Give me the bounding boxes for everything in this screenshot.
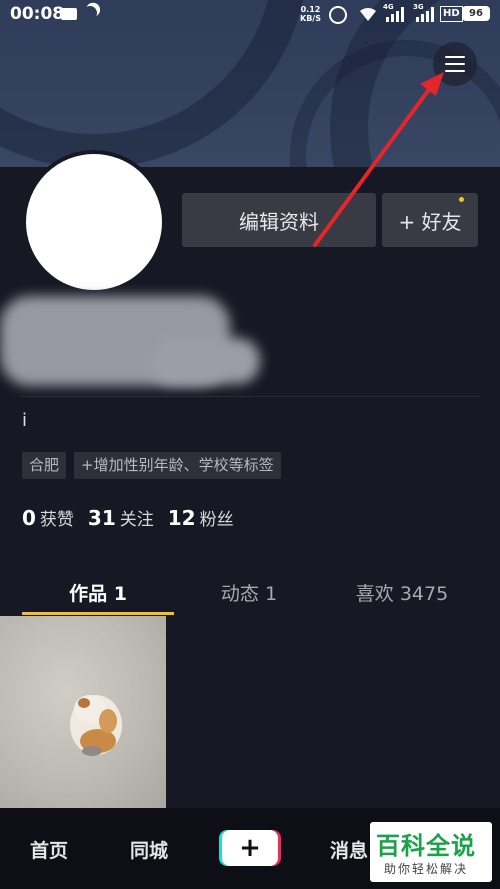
stat-followers[interactable]: 12 粉丝: [168, 505, 234, 530]
add-friend-button[interactable]: + 好友: [382, 193, 478, 247]
nav-messages[interactable]: 消息: [330, 836, 368, 863]
stat-followers-label: 粉丝: [199, 510, 234, 530]
create-button[interactable]: +: [222, 830, 278, 866]
battery-icon: 96: [462, 6, 490, 21]
nav-home[interactable]: 首页: [30, 836, 68, 863]
network-speed-unit: KB/S: [300, 14, 321, 23]
stat-following-label: 关注: [119, 510, 154, 530]
network-speed-value: 0.12: [300, 5, 321, 14]
cat-image: [70, 695, 122, 756]
tab-likes[interactable]: 喜欢 3475: [324, 570, 480, 614]
network-speed: 0.12 KB/S: [300, 5, 321, 23]
watermark-title: 百科全说: [376, 832, 476, 860]
moon-icon: [81, 4, 99, 22]
menu-icon: [445, 63, 465, 65]
network-type-2: 3G: [413, 3, 424, 11]
divider: [20, 396, 480, 397]
hd-badge: HD: [440, 6, 463, 22]
notification-dot: [459, 197, 464, 202]
watermark-subtitle: 助你轻松解决: [384, 862, 469, 876]
wifi-icon: [360, 7, 376, 21]
status-bar: 00:08 0.12 KB/S 4G 3G HD 96: [0, 0, 500, 30]
nav-city[interactable]: 同城: [130, 836, 168, 863]
alarm-icon: [329, 6, 347, 24]
content-tabs: 作品 1 动态 1 喜欢 3475: [0, 570, 500, 616]
stat-followers-count: 12: [167, 506, 196, 530]
bio-text: i: [22, 410, 28, 431]
active-tab-indicator: [22, 612, 174, 615]
status-time: 00:08: [10, 4, 65, 24]
stat-likes[interactable]: 0 获赞: [22, 505, 74, 530]
edit-profile-button[interactable]: 编辑资料: [182, 193, 376, 247]
stat-following-count: 31: [87, 506, 116, 530]
avatar[interactable]: [22, 150, 166, 294]
tab-activity[interactable]: 动态 1: [174, 570, 324, 614]
mail-icon: [61, 8, 77, 20]
blurred-username: [150, 338, 260, 384]
network-type-1: 4G: [383, 3, 394, 11]
location-tag[interactable]: 合肥: [22, 452, 67, 479]
menu-button[interactable]: [433, 42, 477, 86]
profile-stats: 0 获赞 31 关注 12 粉丝: [22, 505, 234, 530]
tab-works[interactable]: 作品 1: [22, 570, 174, 614]
stat-likes-label: 获赞: [39, 510, 74, 530]
menu-icon: [445, 56, 465, 58]
video-thumbnail[interactable]: [0, 616, 166, 808]
add-friend-label: + 好友: [398, 209, 462, 234]
menu-icon: [445, 70, 465, 72]
stat-following[interactable]: 31 关注: [88, 505, 154, 530]
stat-likes-count: 0: [22, 506, 36, 530]
add-tags-button[interactable]: +增加性别年龄、学校等标签: [74, 452, 281, 479]
watermark-logo: 百科全说 助你轻松解决: [370, 822, 492, 882]
